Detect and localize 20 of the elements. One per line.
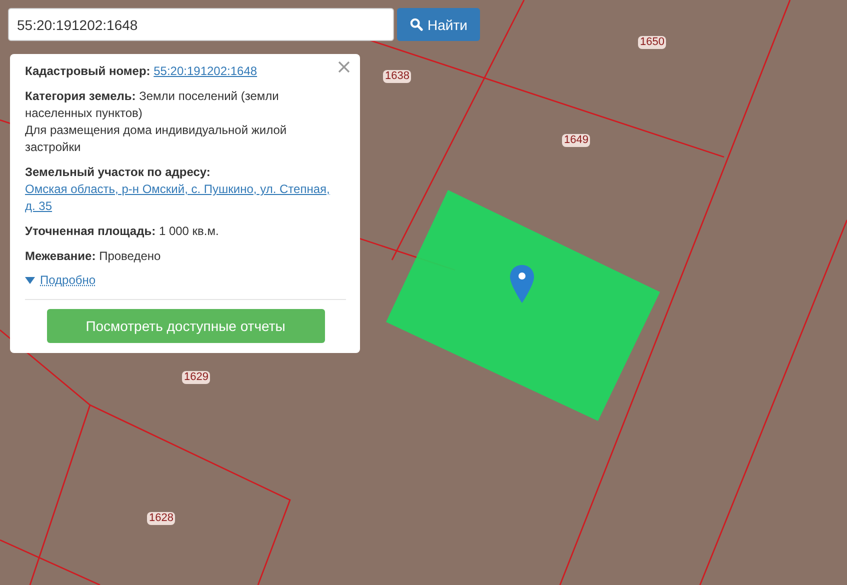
parcel-number-label: 1638 <box>383 70 412 83</box>
info-link[interactable]: Омская область, р-н Омский, с. Пушкино, ул. Степная, д. 35 <box>25 181 335 215</box>
info-text: Земельный участок по адресу: Омская область, р-н Омский, с. Пушкино, ул. Степная, д. 35 <box>25 164 335 215</box>
info-text: Уточненная площадь: 1 000 кв.м. <box>25 223 220 240</box>
parcel-number-label: 1628 <box>147 512 176 525</box>
search-icon <box>410 18 423 31</box>
search-button[interactable]: Найти <box>397 8 480 41</box>
parcel-number-label: 1629 <box>182 371 210 384</box>
details-link[interactable]: Подробно <box>40 273 96 287</box>
reports-button[interactable]: Посмотреть доступные отчеты <box>46 309 324 343</box>
info-text: Категория земель: Земли поселений (земли населенных пунктов) Для размещения дома индивидуальной жилой застройки <box>25 88 288 156</box>
parcel-number-label: 1650 <box>638 36 666 49</box>
info-text: Кадастровый номер: 55:20:191202:1648 <box>25 63 258 80</box>
selected-parcel[interactable] <box>386 190 660 421</box>
search-field[interactable]: 55:20:191202:1648 <box>8 8 394 41</box>
info-text: Межевание: Проведено <box>25 248 162 265</box>
info-link[interactable]: 55:20:191202:1648 <box>154 63 258 80</box>
map-pin-icon[interactable] <box>510 265 534 303</box>
close-icon[interactable] <box>338 61 350 73</box>
parcel-number-label: 1649 <box>562 134 590 147</box>
